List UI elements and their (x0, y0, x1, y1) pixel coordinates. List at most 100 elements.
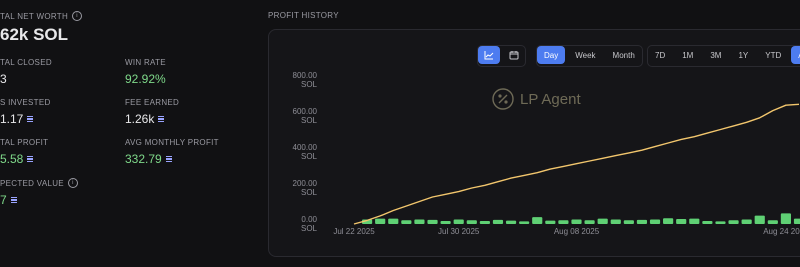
daily-profit-bar (584, 220, 595, 224)
fee-earned-stat: FEE EARNED 1.26k (125, 98, 179, 126)
range-1y-button[interactable]: 1Y (731, 46, 755, 64)
invested-value: 1.17 (0, 112, 24, 126)
daily-profit-bar (728, 220, 739, 224)
daily-profit-bar (597, 218, 608, 224)
period-month-button[interactable]: Month (606, 46, 642, 64)
x-tick-label: Jul 22 2025 (333, 227, 375, 236)
line-chart-icon (484, 51, 494, 60)
daily-profit-bar (780, 213, 791, 224)
daily-profit-bar (636, 219, 648, 224)
daily-profit-bar (715, 221, 726, 224)
sol-icon (10, 197, 17, 203)
stats-panel: TAL NET WORTH i 62k SOL TAL CLOSED 3 WIN… (0, 0, 260, 267)
daily-profit-bar (427, 219, 438, 224)
y-tick-label: 400.00 (293, 143, 318, 152)
daily-profit-bar (610, 219, 621, 224)
info-icon[interactable]: i (72, 11, 83, 21)
sol-icon (27, 156, 34, 162)
range-3m-button[interactable]: 3M (703, 46, 728, 64)
range-toggle: 7D 1M 3M 1Y YTD ALL (647, 45, 800, 67)
daily-profit-bar (676, 219, 687, 224)
daily-profit-bar (689, 218, 700, 224)
daily-profit-bar (388, 218, 399, 224)
y-tick-label: 800.00 (293, 71, 318, 80)
daily-profit-bar (440, 220, 451, 224)
sol-icon (165, 156, 172, 162)
daily-profit-bar (401, 220, 412, 224)
net-worth-label: TAL NET WORTH (0, 11, 69, 21)
x-tick-label: Jul 30 2025 (438, 227, 480, 236)
daily-profit-bar (479, 220, 490, 224)
invested-stat: S INVESTED 1.17 (0, 98, 51, 126)
win-rate-label: WIN RATE (125, 58, 166, 67)
y-tick-unit: SOL (301, 80, 318, 89)
total-closed-label: TAL CLOSED (0, 58, 52, 67)
sol-icon (158, 116, 165, 122)
daily-profit-bar (492, 219, 504, 224)
total-closed-stat: TAL CLOSED 3 (0, 58, 52, 86)
expected-value-stat: PECTED VALUE i 7 (0, 178, 78, 207)
fee-earned-label: FEE EARNED (125, 98, 180, 107)
info-icon[interactable]: i (67, 178, 78, 188)
win-rate-value: 92.92% (125, 72, 166, 86)
x-tick-label: Aug 24 2025 (763, 227, 800, 236)
daily-profit-bar (532, 217, 543, 224)
net-worth-value: 62k SOL (0, 25, 69, 44)
daily-profit-bar (623, 220, 634, 224)
daily-profit-bar (741, 219, 752, 224)
daily-profit-bar (545, 220, 556, 224)
win-rate-stat: WIN RATE 92.92% (125, 58, 166, 86)
profit-history-label: PROFIT HISTORY (268, 11, 339, 20)
y-tick-label: 0.00 (301, 215, 317, 224)
range-all-button[interactable]: ALL (791, 46, 800, 64)
calendar-icon (509, 51, 519, 60)
avg-monthly-label: AVG MONTHLY PROFIT (125, 138, 219, 147)
percent-logo-icon (492, 88, 514, 110)
watermark-text: LP Agent (520, 90, 581, 108)
daily-profit-bar (466, 220, 477, 224)
expected-value-label: PECTED VALUE (0, 178, 64, 188)
sol-icon (27, 116, 34, 122)
daily-profit-bar (649, 219, 661, 224)
total-closed-value: 3 (0, 72, 7, 86)
daily-profit-bar (519, 221, 530, 224)
daily-profit-bar (663, 218, 674, 224)
line-chart-button[interactable] (478, 46, 500, 64)
daily-profit-bar (453, 219, 464, 224)
invested-label: S INVESTED (0, 98, 51, 107)
y-tick-unit: SOL (301, 224, 318, 233)
range-ytd-button[interactable]: YTD (758, 46, 788, 64)
x-tick-label: Aug 08 2025 (554, 227, 600, 236)
expected-value: 7 (0, 193, 7, 207)
y-tick-label: 600.00 (293, 107, 318, 116)
profit-history-panel: 800.00 SOL 600.00 SOL 400.00 SOL 200.00 SOL 0.00… (268, 29, 800, 257)
total-profit-value: 5.58 (0, 152, 24, 166)
daily-profit-bar (793, 218, 800, 224)
total-profit-label: TAL PROFIT (0, 138, 49, 147)
daily-profit-bar (571, 219, 582, 224)
y-tick-unit: SOL (301, 152, 318, 161)
daily-profit-bar (702, 220, 713, 224)
daily-profit-bar (754, 215, 765, 224)
calendar-button[interactable] (503, 46, 525, 64)
avg-monthly-stat: AVG MONTHLY PROFIT 332.79 (125, 138, 219, 166)
net-worth-stat: TAL NET WORTH i 62k SOL (0, 11, 83, 45)
daily-profit-bar (375, 218, 386, 224)
daily-profit-bar (558, 220, 569, 224)
y-tick-unit: SOL (301, 188, 318, 197)
watermark: LP Agent (492, 88, 581, 110)
y-tick-unit: SOL (301, 116, 318, 125)
period-week-button[interactable]: Week (568, 46, 602, 64)
chart-type-toggle (477, 45, 526, 67)
range-7d-button[interactable]: 7D (648, 46, 672, 64)
cumulative-profit-line (353, 103, 800, 225)
range-1m-button[interactable]: 1M (675, 46, 700, 64)
avg-monthly-value: 332.79 (125, 152, 162, 166)
daily-profit-bar (414, 219, 425, 224)
period-day-button[interactable]: Day (537, 46, 566, 64)
fee-earned-value: 1.26k (125, 112, 155, 126)
daily-profit-bar (767, 220, 778, 224)
total-profit-stat: TAL PROFIT 5.58 (0, 138, 48, 166)
period-toggle: Day Week Month (536, 45, 643, 67)
y-tick-label: 200.00 (293, 179, 318, 188)
